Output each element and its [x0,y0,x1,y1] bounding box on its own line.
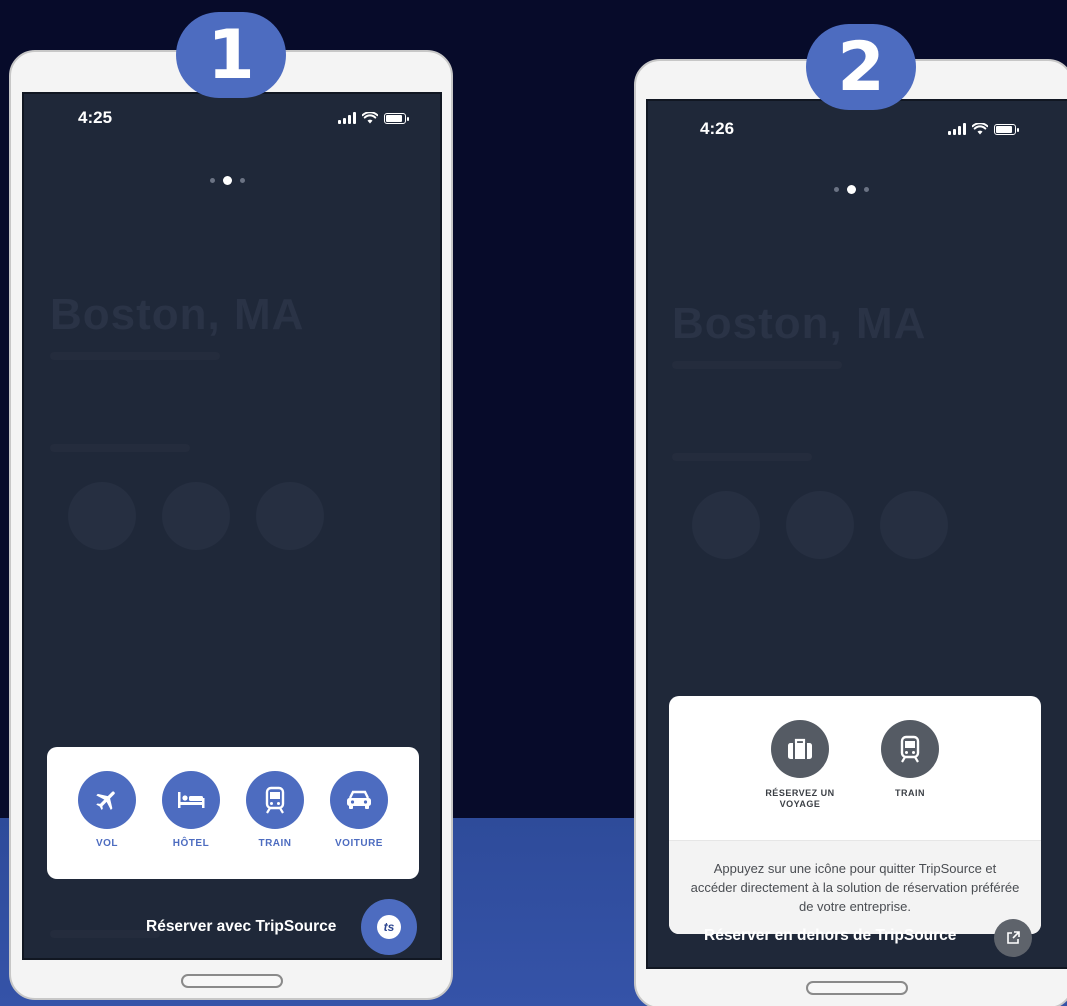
option-label: TRAIN [258,838,292,849]
option-flight[interactable]: VOL [72,771,142,849]
battery-icon [994,124,1019,135]
background-title: Boston, MA [672,299,927,348]
suitcase-icon [788,738,812,759]
book-outside-tripsource-label[interactable]: Réserver en dehors de TripSource [704,927,956,945]
circle-dark [771,720,829,778]
step-badge-1: 1 [176,12,286,98]
wifi-icon [362,112,378,124]
phone-screen-2: 4:26 Boston, MA RÉSERVEZ UN VOYAGE TRAIN… [646,99,1067,969]
tripsource-fab[interactable]: ts [361,899,417,955]
car-icon [347,790,371,809]
train-icon [900,735,920,763]
background-trip-thumb [880,491,948,559]
circle [162,771,220,829]
circle [246,771,304,829]
external-link-icon [1007,931,1020,944]
background-trip-thumb [692,491,760,559]
external-link-button[interactable] [994,919,1032,957]
background-line [50,352,220,360]
phone-frame-2: 4:26 Boston, MA RÉSERVEZ UN VOYAGE TRAIN… [634,59,1067,1006]
option-label: TRAIN [895,788,925,798]
home-button [181,974,283,988]
option-train[interactable]: TRAIN [240,771,310,849]
background-line [50,930,160,938]
plane-icon [96,791,115,810]
option-label: RÉSERVEZ UN VOYAGE [765,788,835,809]
phone-screen-1: 4:25 Boston, MA VOL HÔTEL TRAIN VOITURE … [22,92,442,960]
circle-dark [881,720,939,778]
background-trip-thumb [256,482,324,550]
battery-icon [384,113,409,124]
status-icons [948,123,1019,135]
background-trip-thumb [786,491,854,559]
option-book-trip[interactable]: RÉSERVEZ UN VOYAGE [760,720,840,840]
home-button [806,981,908,995]
external-booking-card: RÉSERVEZ UN VOYAGE TRAIN Appuyez sur une… [669,696,1041,934]
tripsource-logo-icon: ts [377,915,401,939]
background-trip-thumb [68,482,136,550]
train-icon [265,786,285,814]
circle [78,771,136,829]
background-title: Boston, MA [50,290,305,339]
background-line [672,453,812,461]
step-badge-2: 2 [806,24,916,110]
signal-icon [948,123,966,135]
page-dots [210,176,245,185]
status-time: 4:25 [78,108,113,127]
status-time: 4:26 [700,119,735,138]
option-hotel[interactable]: HÔTEL [156,771,226,849]
bed-icon [178,792,205,808]
circle [330,771,388,829]
page-dots [834,185,869,194]
info-footer: Appuyez sur une icône pour quitter TripS… [669,840,1041,934]
background-line [50,444,190,452]
background-line [672,361,842,369]
option-train[interactable]: TRAIN [870,720,950,840]
option-label: HÔTEL [172,838,210,849]
status-icons [338,112,409,124]
book-with-tripsource-label[interactable]: Réserver avec TripSource [146,918,336,936]
booking-options-card: VOL HÔTEL TRAIN VOITURE [47,747,419,879]
option-car[interactable]: VOITURE [324,771,394,849]
option-label: VOL [95,838,119,849]
wifi-icon [972,123,988,135]
phone-frame-1: 4:25 Boston, MA VOL HÔTEL TRAIN VOITURE … [9,50,453,1000]
signal-icon [338,112,356,124]
option-label: VOITURE [335,838,383,849]
info-text: Appuyez sur une icône pour quitter TripS… [690,861,1020,914]
background-trip-thumb [162,482,230,550]
